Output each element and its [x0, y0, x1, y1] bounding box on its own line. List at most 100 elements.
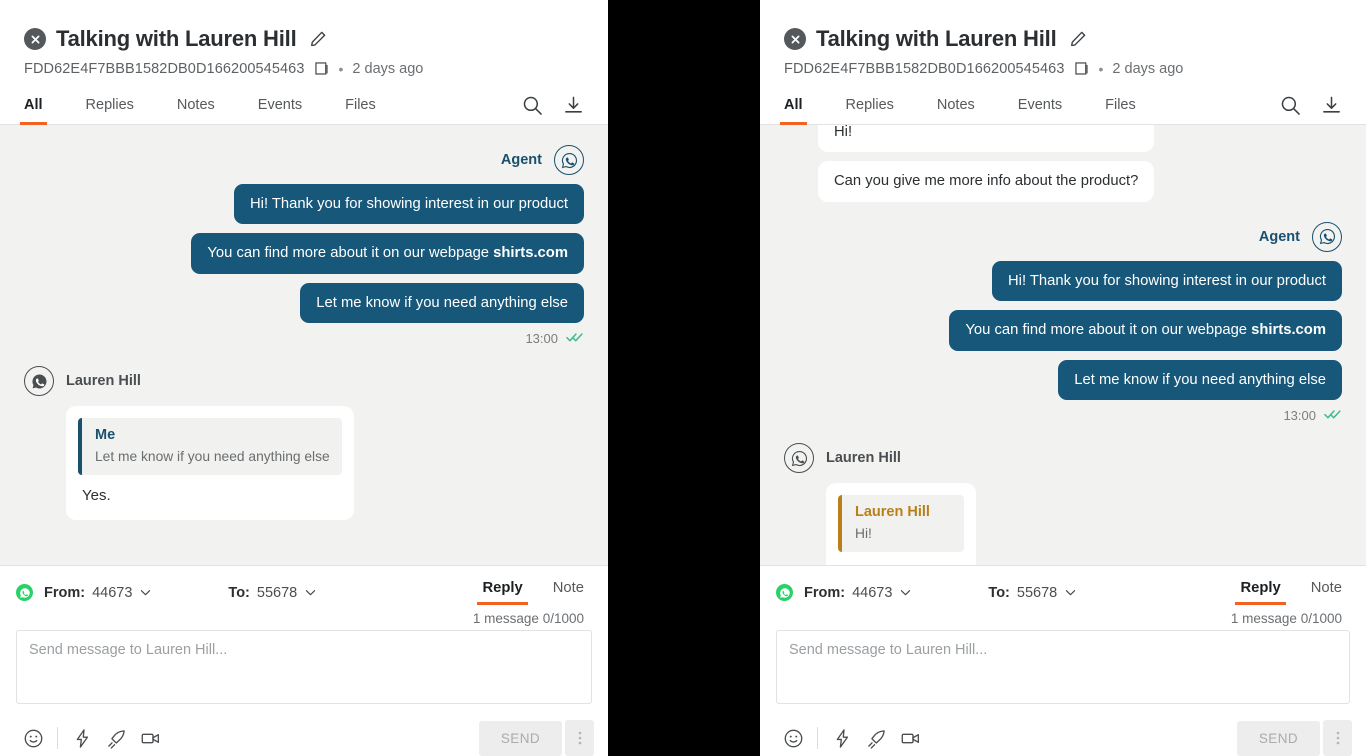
header-meta-row: FDD62E4F7BBB1582DB0D166200545463 • 2 day… [760, 52, 1366, 77]
video-camera-icon[interactable] [133, 723, 167, 753]
from-label: From: [804, 584, 846, 601]
message-input-wrap [0, 626, 608, 709]
to-field[interactable]: To: 55678 [988, 585, 1077, 601]
composer-toolbar: SEND [0, 709, 608, 756]
send-group: SEND [478, 720, 594, 756]
more-vertical-icon[interactable] [1323, 720, 1352, 756]
quoted-message[interactable]: Me Let me know if you need anything else [78, 418, 342, 476]
composer-mode-tabs: Reply Note [1235, 580, 1342, 605]
tab-events[interactable]: Events [1018, 91, 1062, 124]
from-field[interactable]: From: 44673 [804, 585, 912, 601]
whatsapp-icon [784, 443, 814, 474]
message-bubble: Hi! [818, 125, 1155, 153]
chevron-down-icon[interactable] [139, 586, 152, 599]
sender-name: Lauren Hill [826, 450, 901, 467]
send-button[interactable]: SEND [1236, 720, 1320, 756]
header-title-row: Talking with Lauren Hill [0, 26, 608, 52]
relative-timestamp: 2 days ago [1112, 61, 1184, 77]
page-title: Talking with Lauren Hill [816, 26, 1057, 51]
chevron-down-icon[interactable] [1064, 586, 1077, 599]
emoji-icon[interactable] [776, 723, 810, 753]
download-icon[interactable] [563, 95, 584, 116]
message-text: Hi! Thank you for showing interest in ou… [1007, 272, 1326, 289]
tab-files[interactable]: Files [1105, 91, 1136, 124]
composer-right: From: 44673 To: 55678 Reply Note 1 messa… [760, 565, 1366, 756]
agent-message-group: Agent Hi! Thank you for showing interest… [784, 221, 1342, 424]
tab-files[interactable]: Files [345, 91, 376, 124]
whatsapp-icon [554, 145, 584, 175]
message-text: Let me know if you need anything else [1074, 371, 1326, 388]
tab-note[interactable]: Note [553, 580, 584, 605]
close-circle-icon[interactable] [24, 28, 46, 50]
sender-name: Agent [500, 152, 542, 168]
tab-all[interactable]: All [780, 91, 806, 125]
from-value: 44673 [92, 584, 133, 601]
lightning-bolt-icon[interactable] [65, 723, 99, 753]
message-input[interactable] [776, 630, 1350, 704]
message-card: Me Let me know if you need anything else… [66, 406, 354, 521]
message-text: Yes. [82, 487, 111, 505]
whatsapp-icon [776, 584, 793, 601]
chevron-down-icon[interactable] [304, 586, 317, 599]
download-icon[interactable] [1321, 95, 1342, 116]
send-button[interactable]: SEND [478, 720, 562, 756]
toolbar-divider [817, 727, 818, 749]
message-input[interactable] [16, 630, 592, 704]
tab-notes[interactable]: Notes [177, 91, 215, 124]
message-link[interactable]: shirts.com [493, 245, 568, 261]
message-input-wrap [760, 626, 1366, 709]
tab-reply[interactable]: Reply [1235, 580, 1287, 605]
chevron-down-icon[interactable] [899, 586, 912, 599]
emoji-icon[interactable] [16, 723, 50, 753]
rocket-icon[interactable] [859, 723, 893, 753]
message-thread-right[interactable]: Hi! Can you give me more info about the … [760, 125, 1366, 565]
lightning-bolt-icon[interactable] [825, 723, 859, 753]
pencil-edit-icon[interactable] [1069, 30, 1087, 48]
search-icon[interactable] [522, 95, 543, 116]
screenshot-stage: Talking with Lauren Hill FDD62E4F7BBB158… [0, 0, 1366, 756]
tab-replies[interactable]: Replies [846, 91, 894, 124]
contact-message-body: Lauren Hill Hi! Hi again. [826, 473, 976, 565]
composer-fields-row: From: 44673 To: 55678 Reply Note [760, 566, 1366, 605]
from-field[interactable]: From: 44673 [44, 585, 152, 601]
copy-icon[interactable] [1074, 61, 1090, 77]
composer-toolbar: SEND [760, 709, 1366, 756]
character-counter: 1 message 0/1000 [472, 611, 584, 626]
quote-author: Lauren Hill [855, 504, 930, 521]
quoted-message[interactable]: Lauren Hill Hi! [838, 495, 964, 553]
contact-header: Lauren Hill [24, 366, 141, 397]
search-icon[interactable] [1280, 95, 1301, 116]
to-field[interactable]: To: 55678 [228, 585, 317, 601]
rocket-icon[interactable] [99, 723, 133, 753]
whatsapp-icon [16, 584, 33, 601]
close-circle-icon[interactable] [784, 28, 806, 50]
contact-message-group: Lauren Hill Me Let me know if you need a… [24, 366, 584, 521]
tab-replies[interactable]: Replies [86, 91, 134, 124]
sender-name: Agent [1258, 228, 1300, 245]
tab-events[interactable]: Events [258, 91, 302, 124]
copy-icon[interactable] [314, 61, 330, 77]
message-text: Hi! Thank you for showing interest in ou… [249, 196, 568, 212]
incoming-message-group: Hi! Can you give me more info about the … [784, 125, 1342, 202]
tab-note[interactable]: Note [1311, 580, 1342, 605]
composer-fields-row: From: 44673 To: 55678 Reply Note [0, 566, 608, 605]
meta-separator: • [338, 61, 344, 77]
tab-reply[interactable]: Reply [477, 580, 529, 605]
message-text: Let me know if you need anything else [316, 294, 568, 311]
pencil-edit-icon[interactable] [309, 30, 327, 48]
message-bubble: Can you give me more info about the prod… [818, 161, 1155, 202]
whatsapp-icon [24, 366, 54, 397]
more-vertical-icon[interactable] [565, 720, 594, 756]
tab-all[interactable]: All [20, 91, 46, 125]
message-thread-left[interactable]: Agent Hi! Thank you for showing interest… [0, 125, 608, 565]
message-link[interactable]: shirts.com [1251, 322, 1326, 338]
double-check-icon [1324, 408, 1342, 423]
contact-message-group: Lauren Hill Lauren Hill Hi! Hi again. [784, 443, 1342, 565]
to-value: 55678 [1016, 584, 1058, 601]
message-time: 13:00 [1283, 408, 1316, 424]
thread-tabs: All Replies Notes Events Files [0, 91, 608, 125]
tab-notes[interactable]: Notes [937, 91, 975, 124]
video-camera-icon[interactable] [893, 723, 927, 753]
composer-left: From: 44673 To: 55678 Reply Note 1 messa… [0, 565, 608, 756]
toolbar-divider [57, 727, 58, 749]
